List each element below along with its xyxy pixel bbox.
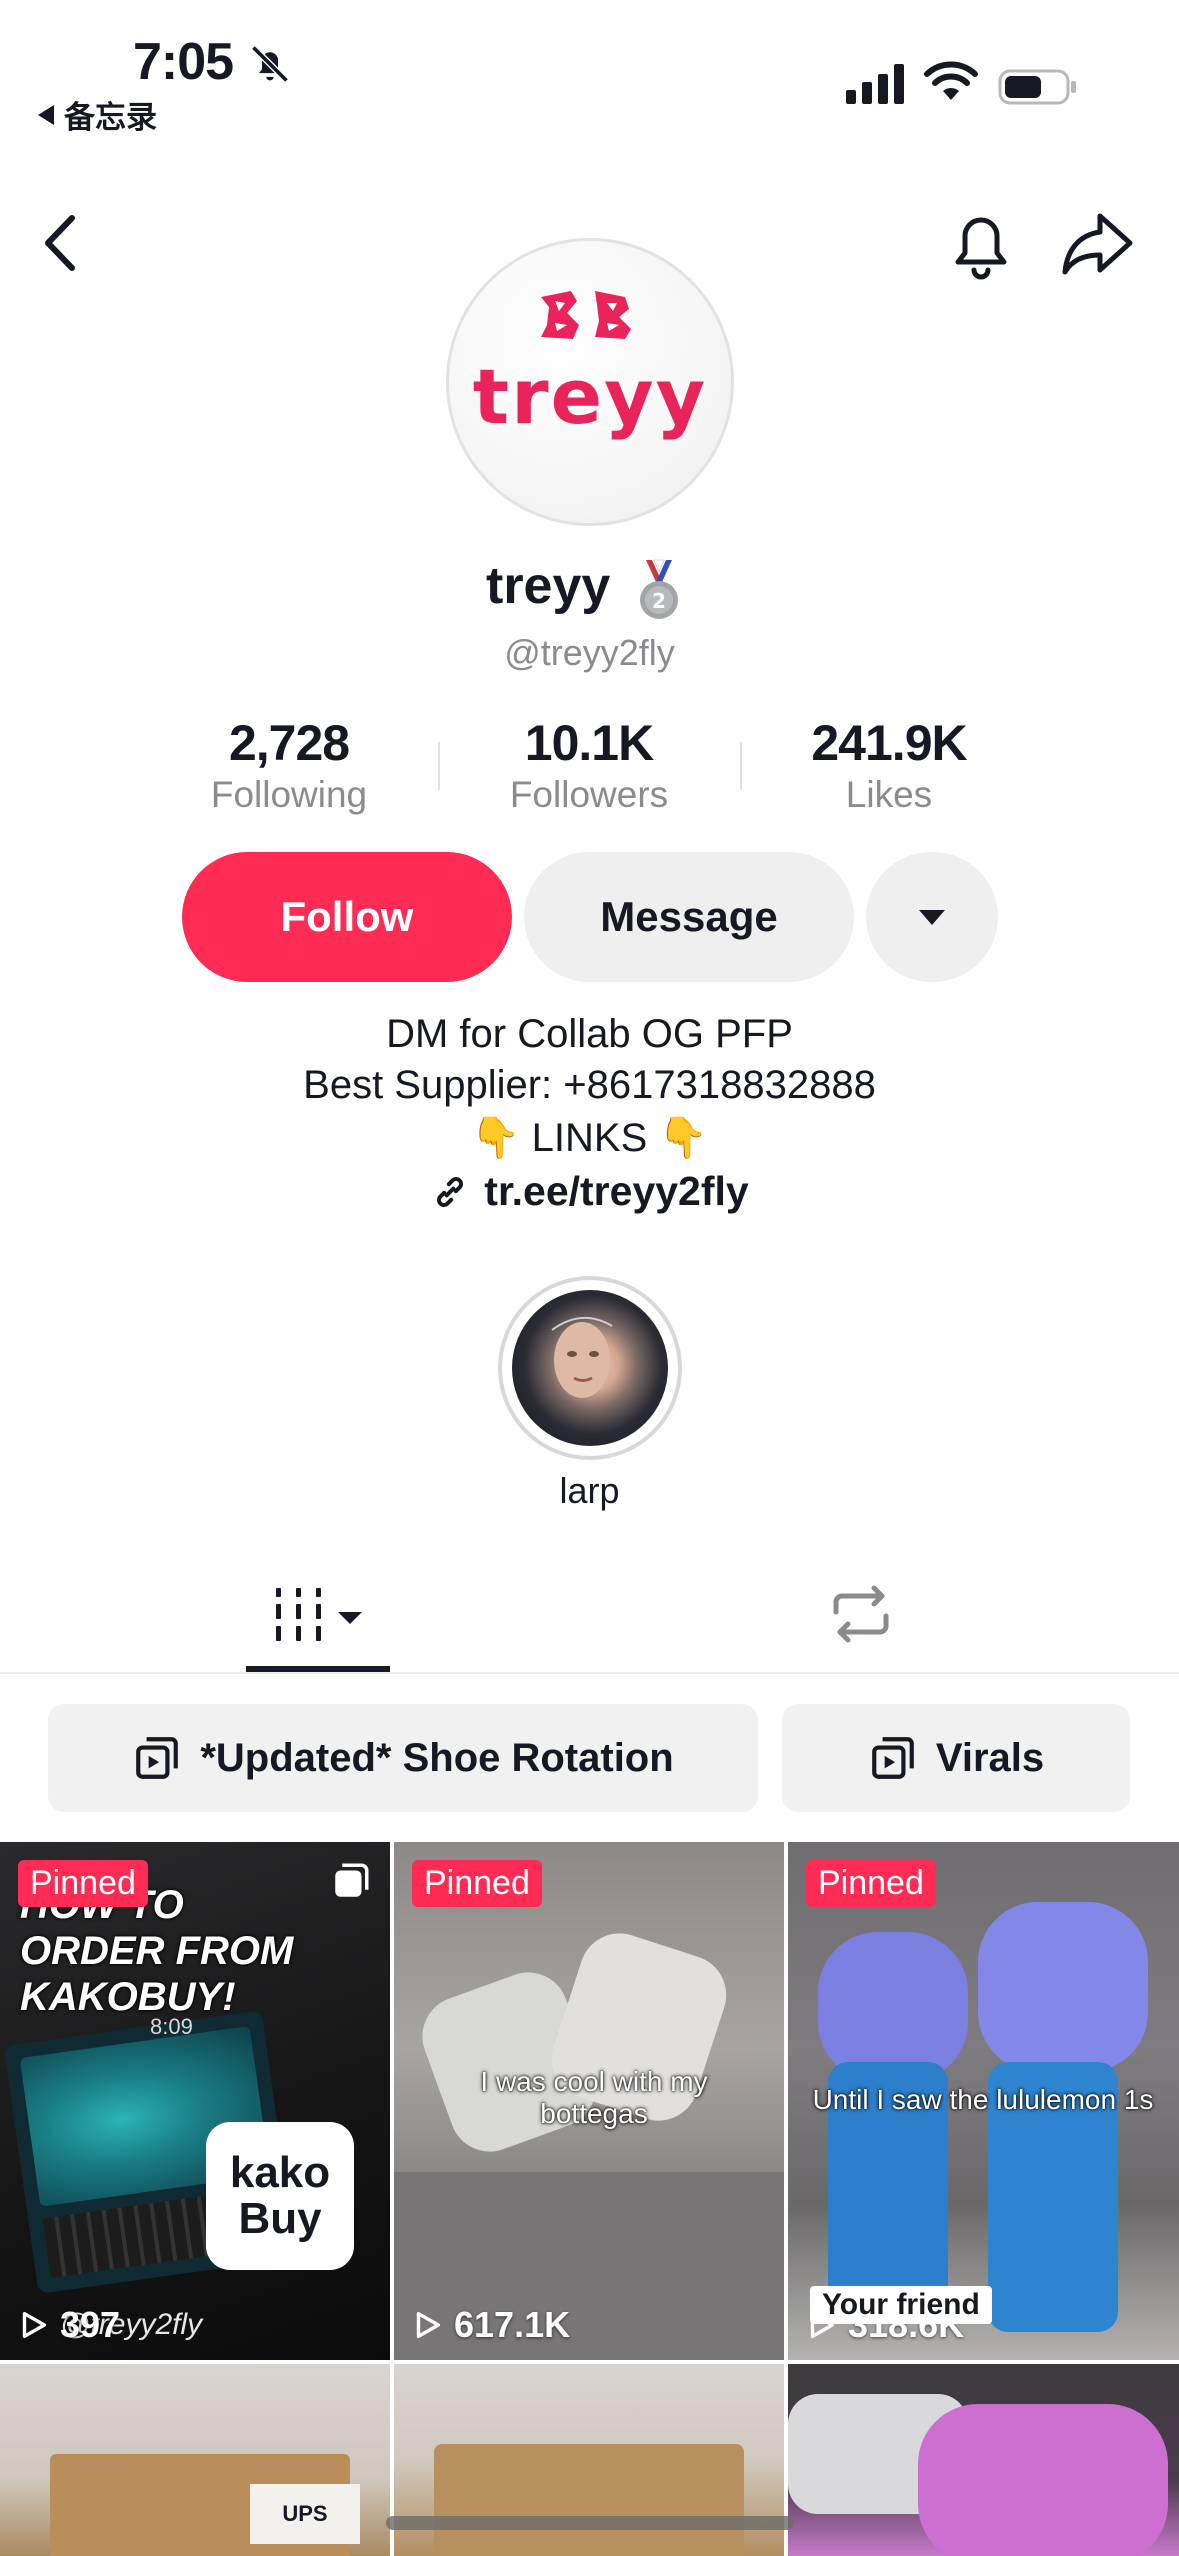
playlist-virals[interactable]: Virals: [782, 1704, 1130, 1812]
back-to-app-link[interactable]: 备忘录: [38, 92, 157, 137]
video-thumbnail[interactable]: [788, 2364, 1179, 2556]
chevron-left-icon[interactable]: [38, 210, 82, 276]
cellular-signal-icon: [846, 64, 904, 104]
grid-icon: [276, 1588, 362, 1641]
highlight-label: larp: [559, 1470, 620, 1511]
treyy-logo: treyy: [473, 291, 707, 441]
stat-likes[interactable]: 241.9K Likes: [739, 714, 1039, 816]
video-thumbnail[interactable]: Until I saw the lululemon 1s Pinned 318.…: [788, 1842, 1179, 2360]
story-highlight[interactable]: [498, 1276, 682, 1460]
profile-avatar[interactable]: treyy: [446, 238, 734, 526]
likes-count: 241.9K: [811, 715, 967, 771]
playlist-shoe-rotation[interactable]: *Updated* Shoe Rotation: [48, 1704, 758, 1812]
home-indicator[interactable]: [386, 2516, 794, 2530]
suggested-accounts-button[interactable]: [866, 852, 998, 982]
back-triangle-icon: [38, 104, 54, 125]
followers-label: Followers: [509, 774, 669, 815]
view-count: 617.1K: [410, 2304, 570, 2346]
tabs-divider: [0, 1672, 1179, 1674]
following-label: Following: [210, 774, 368, 815]
bio-line: 👇 LINKS 👇: [470, 1116, 709, 1160]
avatar-logo-text: treyy: [473, 352, 707, 441]
highlight-thumbnail: [512, 1290, 668, 1446]
svg-text:2: 2: [652, 589, 666, 613]
following-count: 2,728: [228, 715, 350, 771]
play-icon: [22, 2311, 47, 2339]
multi-image-icon: [335, 1863, 369, 1897]
share-icon[interactable]: [1060, 206, 1136, 280]
battery-icon: [998, 69, 1076, 105]
repost-icon[interactable]: [826, 1584, 896, 1644]
message-button[interactable]: Message: [524, 852, 854, 982]
bell-off-icon: [251, 45, 289, 83]
medal-icon: 2: [640, 559, 678, 619]
likes-label: Likes: [845, 774, 933, 815]
link-icon: [437, 1176, 464, 1207]
follow-button[interactable]: Follow: [182, 852, 512, 982]
crocs-image: [818, 1932, 968, 2082]
profile-handle: @treyy2fly: [504, 632, 675, 673]
stat-following[interactable]: 2,728 Following: [139, 714, 439, 816]
ups-label: UPS: [250, 2484, 360, 2544]
videos-grid-tab[interactable]: [246, 1584, 390, 1674]
pinned-badge: Pinned: [806, 1860, 936, 1907]
playlist-label: Virals: [935, 1735, 1045, 1780]
bio-line: Best Supplier: +8617318832888: [303, 1063, 876, 1107]
playlist-label: *Updated* Shoe Rotation: [200, 1735, 674, 1780]
bio-link-text: tr.ee/treyy2fly: [484, 1168, 749, 1214]
box-image: [434, 2444, 744, 2556]
status-time: 7:05: [133, 33, 234, 91]
bio-line: DM for Collab OG PFP: [386, 1012, 793, 1056]
caret-down-icon: [919, 909, 945, 925]
video-thumbnail[interactable]: UPS: [0, 2364, 390, 2556]
stat-followers[interactable]: 10.1K Followers: [439, 714, 739, 816]
followers-count: 10.1K: [524, 715, 654, 771]
tablet-screen-time: 8:09: [150, 2014, 193, 2039]
video-thumbnail[interactable]: HOW TO ORDER FROM KAKOBUY! 8:09 kako Buy…: [0, 1842, 390, 2360]
video-thumbnail[interactable]: I was cool with my bottegas Pinned 617.1…: [394, 1842, 784, 2360]
wifi-icon: [924, 61, 978, 100]
bio-link[interactable]: tr.ee/treyy2fly: [0, 1168, 1179, 1215]
playlist-icon: [136, 1737, 179, 1779]
back-app-label: 备忘录: [64, 100, 157, 135]
play-icon: [416, 2311, 441, 2339]
pinned-badge: Pinned: [412, 1860, 542, 1907]
display-name: treyy: [486, 557, 611, 615]
playlist-icon: [872, 1737, 914, 1779]
kakobuy-logo: kako Buy: [206, 2122, 354, 2270]
overlay-label: Your friend: [810, 2286, 992, 2324]
video-caption: I was cool with my bottegas: [480, 2066, 708, 2130]
video-caption: Until I saw the lululemon 1s: [812, 2084, 1154, 2115]
bell-icon[interactable]: [946, 204, 1016, 284]
view-count: 397: [16, 2304, 120, 2346]
pinned-badge: Pinned: [18, 1860, 148, 1907]
